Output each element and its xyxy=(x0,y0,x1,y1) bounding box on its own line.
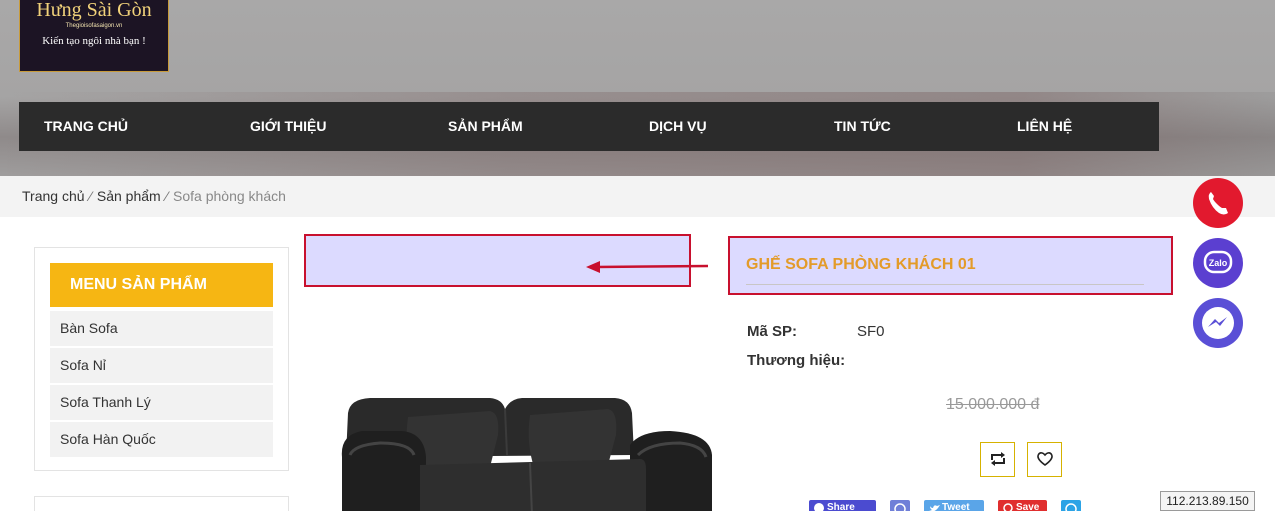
product-title: GHẾ SOFA PHÒNG KHÁCH 01 xyxy=(746,247,1144,285)
messenger-share-icon xyxy=(894,503,906,511)
nav-item-products[interactable]: SẢN PHẨM xyxy=(448,102,523,151)
menu-item-sofa-thanh-ly[interactable]: Sofa Thanh Lý xyxy=(50,385,273,420)
wishlist-button[interactable] xyxy=(1027,442,1062,477)
menu-item-sofa-ni[interactable]: Sofa Nỉ xyxy=(50,348,273,383)
facebook-share-button[interactable]: Share xyxy=(809,500,876,511)
logo-site: Thegioisofasaigon.vn xyxy=(65,23,123,29)
product-menu-title: MENU SẢN PHẨM xyxy=(50,263,273,307)
brand-label: Thương hiệu: xyxy=(747,352,846,369)
annotation-arrow-icon xyxy=(586,261,709,273)
nav-item-home[interactable]: TRANG CHỦ xyxy=(44,102,128,151)
breadcrumb: Trang chủ ⁄ Sản phẩm ⁄ Sofa phòng khách xyxy=(22,176,286,217)
site-logo[interactable]: Hưng Sài Gòn Thegioisofasaigon.vn Kiến t… xyxy=(19,0,169,72)
logo-title: Hưng Sài Gòn xyxy=(36,0,152,21)
secondary-widget xyxy=(34,496,289,511)
main-nav: TRANG CHỦ GIỚI THIỆU SẢN PHẨM DỊCH VỤ TI… xyxy=(19,102,1159,151)
zalo-chat-button[interactable]: Zalo xyxy=(1193,238,1243,288)
pinterest-save-button[interactable]: Save xyxy=(998,500,1047,511)
heart-icon xyxy=(1037,452,1053,466)
sku-label: Mã SP: xyxy=(747,323,798,340)
compare-icon xyxy=(991,452,1005,466)
breadcrumb-separator: ⁄ xyxy=(165,188,169,204)
compare-button[interactable] xyxy=(980,442,1015,477)
page: Hưng Sài Gòn Thegioisofasaigon.vn Kiến t… xyxy=(0,0,1275,511)
breadcrumb-separator: ⁄ xyxy=(89,188,92,204)
twitter-icon xyxy=(929,505,940,511)
logo-slogan: Kiến tạo ngôi nhà bạn ! xyxy=(42,35,146,47)
breadcrumb-bar: Trang chủ ⁄ Sản phẩm ⁄ Sofa phòng khách xyxy=(0,176,1275,217)
nav-item-contact[interactable]: LIÊN HỆ xyxy=(1017,102,1072,151)
product-image[interactable] xyxy=(340,395,715,511)
sku-value: SF0 xyxy=(857,323,885,340)
old-price: 15.000.000 đ xyxy=(946,396,1040,413)
facebook-icon xyxy=(814,503,824,511)
pinterest-icon xyxy=(1003,503,1013,511)
facebook-share-label: Share xyxy=(827,502,855,511)
nav-item-news[interactable]: TIN TỨC xyxy=(834,102,891,151)
messenger-share-button[interactable] xyxy=(890,500,910,511)
messenger-icon xyxy=(1193,298,1243,348)
twitter-share-button[interactable]: Tweet xyxy=(924,500,984,511)
breadcrumb-home[interactable]: Trang chủ xyxy=(22,188,85,204)
phone-call-button[interactable] xyxy=(1193,178,1243,228)
svg-text:Zalo: Zalo xyxy=(1209,258,1228,268)
skype-share-button[interactable] xyxy=(1061,500,1081,511)
zalo-icon: Zalo xyxy=(1193,238,1243,288)
phone-icon xyxy=(1193,178,1243,228)
product-menu: MENU SẢN PHẨM Bàn Sofa Sofa Nỉ Sofa Than… xyxy=(34,247,289,471)
menu-item-ban-sofa[interactable]: Bàn Sofa xyxy=(50,311,273,346)
twitter-share-label: Tweet xyxy=(942,502,970,511)
pinterest-save-label: Save xyxy=(1016,502,1040,511)
menu-item-sofa-han-quoc[interactable]: Sofa Hàn Quốc xyxy=(50,422,273,457)
nav-item-about[interactable]: GIỚI THIỆU xyxy=(250,102,327,151)
skype-icon xyxy=(1065,503,1077,511)
nav-item-services[interactable]: DỊCH VỤ xyxy=(649,102,707,151)
messenger-chat-button[interactable] xyxy=(1193,298,1243,348)
ip-address-badge: 112.213.89.150 xyxy=(1160,491,1255,511)
breadcrumb-products[interactable]: Sản phẩm xyxy=(97,188,161,204)
site-header: Hưng Sài Gòn Thegioisofasaigon.vn Kiến t… xyxy=(0,0,1275,176)
breadcrumb-current: Sofa phòng khách xyxy=(173,188,286,204)
